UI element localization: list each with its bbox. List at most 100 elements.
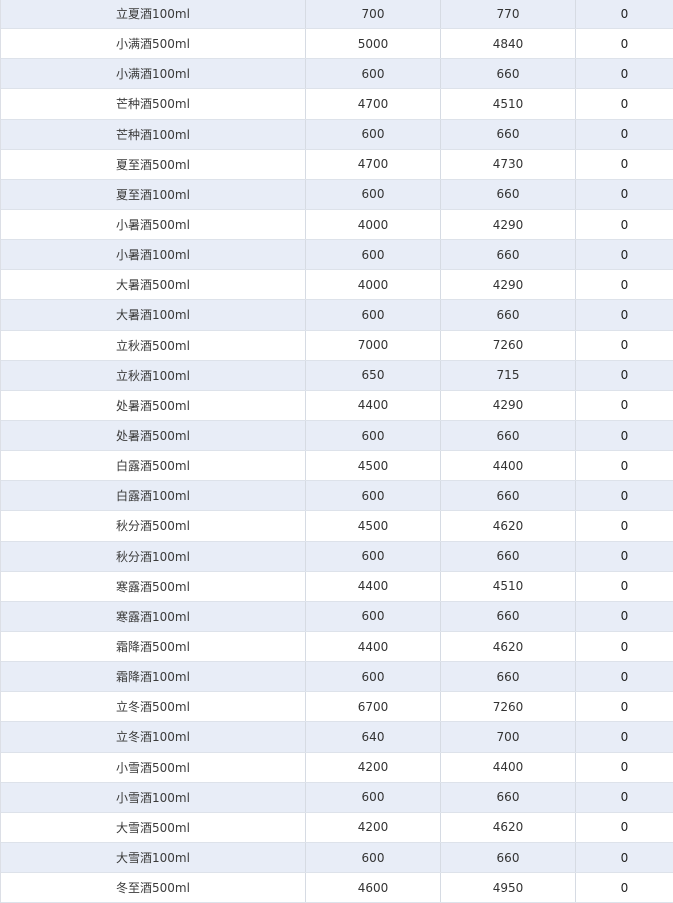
price-a-cell: 4400 bbox=[306, 631, 441, 662]
table-row[interactable]: 夏至酒500ml 4700 4730 0 bbox=[1, 149, 673, 180]
table-row[interactable]: 立冬酒100ml 640 700 0 bbox=[1, 722, 673, 753]
stock-cell: 0 bbox=[576, 361, 673, 390]
table-row[interactable]: 芒种酒100ml 600 660 0 bbox=[1, 119, 673, 150]
table-row[interactable]: 大暑酒500ml 4000 4290 0 bbox=[1, 270, 673, 301]
product-name-cell: 夏至酒100ml bbox=[1, 179, 306, 209]
price-b-cell: 4620 bbox=[441, 812, 576, 842]
price-a-cell: 600 bbox=[306, 300, 441, 330]
table-row[interactable]: 寒露酒500ml 4400 4510 0 bbox=[1, 571, 673, 602]
table-row[interactable]: 白露酒500ml 4500 4400 0 bbox=[1, 451, 673, 482]
product-name-cell: 大雪酒100ml bbox=[1, 842, 306, 873]
stock-cell: 0 bbox=[576, 813, 673, 842]
table-row[interactable]: 立秋酒100ml 650 715 0 bbox=[1, 360, 673, 391]
price-b-cell: 660 bbox=[441, 662, 576, 692]
table-row[interactable]: 小雪酒100ml 600 660 0 bbox=[1, 782, 673, 813]
price-b-cell: 4840 bbox=[441, 29, 576, 59]
stock-cell: 0 bbox=[576, 300, 673, 329]
price-b-cell: 4290 bbox=[441, 390, 576, 420]
table-row[interactable]: 秋分酒500ml 4500 4620 0 bbox=[1, 511, 673, 542]
product-name-cell: 霜降酒100ml bbox=[1, 662, 306, 692]
table-row[interactable]: 小暑酒100ml 600 660 0 bbox=[1, 240, 673, 271]
table-row[interactable]: 大暑酒100ml 600 660 0 bbox=[1, 300, 673, 331]
table-row[interactable]: 小暑酒500ml 4000 4290 0 bbox=[1, 209, 673, 241]
stock-cell: 0 bbox=[576, 120, 673, 149]
price-b-cell: 4290 bbox=[441, 270, 576, 300]
price-a-cell: 650 bbox=[306, 360, 441, 390]
price-b-cell: 660 bbox=[441, 541, 576, 571]
price-a-cell: 4500 bbox=[306, 451, 441, 481]
table-row[interactable]: 立冬酒500ml 6700 7260 0 bbox=[1, 692, 673, 723]
table-row[interactable]: 大雪酒100ml 600 660 0 bbox=[1, 842, 673, 874]
price-a-cell: 600 bbox=[306, 179, 441, 209]
product-name-cell: 大暑酒500ml bbox=[1, 270, 306, 300]
stock-cell: 0 bbox=[576, 572, 673, 601]
stock-cell: 0 bbox=[576, 632, 673, 661]
price-b-cell: 4620 bbox=[441, 631, 576, 662]
table-row[interactable]: 霜降酒100ml 600 660 0 bbox=[1, 662, 673, 693]
table-row[interactable]: 白露酒100ml 600 660 0 bbox=[1, 481, 673, 512]
table-row[interactable]: 冬至酒500ml 4600 4950 0 bbox=[1, 873, 673, 903]
table-row[interactable]: 小满酒100ml 600 660 0 bbox=[1, 59, 673, 90]
table-row[interactable]: 处暑酒500ml 600 660 0 bbox=[1, 420, 673, 452]
product-name-cell: 白露酒100ml bbox=[1, 481, 306, 511]
stock-cell: 0 bbox=[576, 89, 673, 118]
stock-cell: 0 bbox=[576, 722, 673, 751]
product-name-cell: 立秋酒500ml bbox=[1, 330, 306, 360]
table-row[interactable]: 大雪酒500ml 4200 4620 0 bbox=[1, 812, 673, 843]
price-b-cell: 660 bbox=[441, 481, 576, 511]
price-a-cell: 4700 bbox=[306, 149, 441, 179]
product-name-cell: 小暑酒100ml bbox=[1, 240, 306, 270]
product-name-cell: 小雪酒500ml bbox=[1, 752, 306, 782]
table-row[interactable]: 夏至酒100ml 600 660 0 bbox=[1, 179, 673, 210]
product-name-cell: 小暑酒500ml bbox=[1, 209, 306, 240]
product-name-cell: 霜降酒500ml bbox=[1, 631, 306, 662]
price-b-cell: 7260 bbox=[441, 330, 576, 360]
product-name-cell: 小满酒500ml bbox=[1, 29, 306, 59]
price-a-cell: 4600 bbox=[306, 873, 441, 903]
table-row[interactable]: 立秋酒500ml 7000 7260 0 bbox=[1, 330, 673, 361]
product-name-cell: 芒种酒100ml bbox=[1, 119, 306, 149]
stock-cell: 0 bbox=[576, 270, 673, 299]
stock-cell: 0 bbox=[576, 542, 673, 571]
table-row[interactable]: 寒露酒100ml 600 660 0 bbox=[1, 601, 673, 632]
table-row[interactable]: 立夏酒100ml 700 770 0 bbox=[1, 0, 673, 30]
price-b-cell: 4510 bbox=[441, 571, 576, 601]
price-a-cell: 600 bbox=[306, 842, 441, 873]
product-name-cell: 处暑酒500ml bbox=[1, 390, 306, 420]
table-row[interactable]: 芒种酒500ml 4700 4510 0 bbox=[1, 89, 673, 120]
price-a-cell: 600 bbox=[306, 119, 441, 149]
price-a-cell: 600 bbox=[306, 420, 441, 451]
product-price-table: 立夏酒100ml 700 770 0 小满酒500ml 5000 4840 0 小满酒100ml… bbox=[0, 0, 673, 903]
price-a-cell: 600 bbox=[306, 782, 441, 812]
price-a-cell: 600 bbox=[306, 662, 441, 692]
stock-cell: 0 bbox=[576, 602, 673, 631]
product-name-cell: 白露酒500ml bbox=[1, 451, 306, 481]
price-a-cell: 4000 bbox=[306, 270, 441, 300]
price-b-cell: 4620 bbox=[441, 511, 576, 541]
table-row[interactable]: 处暑酒500ml 4400 4290 0 bbox=[1, 390, 673, 421]
product-name-cell: 寒露酒100ml bbox=[1, 601, 306, 631]
table-row[interactable]: 霜降酒500ml 4400 4620 0 bbox=[1, 631, 673, 663]
product-name-cell: 冬至酒500ml bbox=[1, 873, 306, 903]
product-name-cell: 秋分酒100ml bbox=[1, 541, 306, 571]
price-a-cell: 4200 bbox=[306, 812, 441, 842]
price-b-cell: 4950 bbox=[441, 873, 576, 903]
price-b-cell: 4730 bbox=[441, 149, 576, 179]
price-b-cell: 7260 bbox=[441, 692, 576, 722]
product-name-cell: 大暑酒100ml bbox=[1, 300, 306, 330]
price-a-cell: 700 bbox=[306, 0, 441, 29]
product-name-cell: 小雪酒100ml bbox=[1, 782, 306, 812]
price-a-cell: 7000 bbox=[306, 330, 441, 360]
price-b-cell: 660 bbox=[441, 119, 576, 149]
product-name-cell: 处暑酒500ml bbox=[1, 420, 306, 451]
price-b-cell: 715 bbox=[441, 360, 576, 390]
table-row[interactable]: 小雪酒500ml 4200 4400 0 bbox=[1, 752, 673, 783]
product-name-cell: 立夏酒100ml bbox=[1, 0, 306, 29]
stock-cell: 0 bbox=[576, 511, 673, 540]
price-a-cell: 4400 bbox=[306, 390, 441, 420]
table-row[interactable]: 秋分酒100ml 600 660 0 bbox=[1, 541, 673, 572]
stock-cell: 0 bbox=[576, 180, 673, 209]
table-row[interactable]: 小满酒500ml 5000 4840 0 bbox=[1, 29, 673, 60]
price-b-cell: 700 bbox=[441, 722, 576, 752]
price-a-cell: 600 bbox=[306, 601, 441, 631]
